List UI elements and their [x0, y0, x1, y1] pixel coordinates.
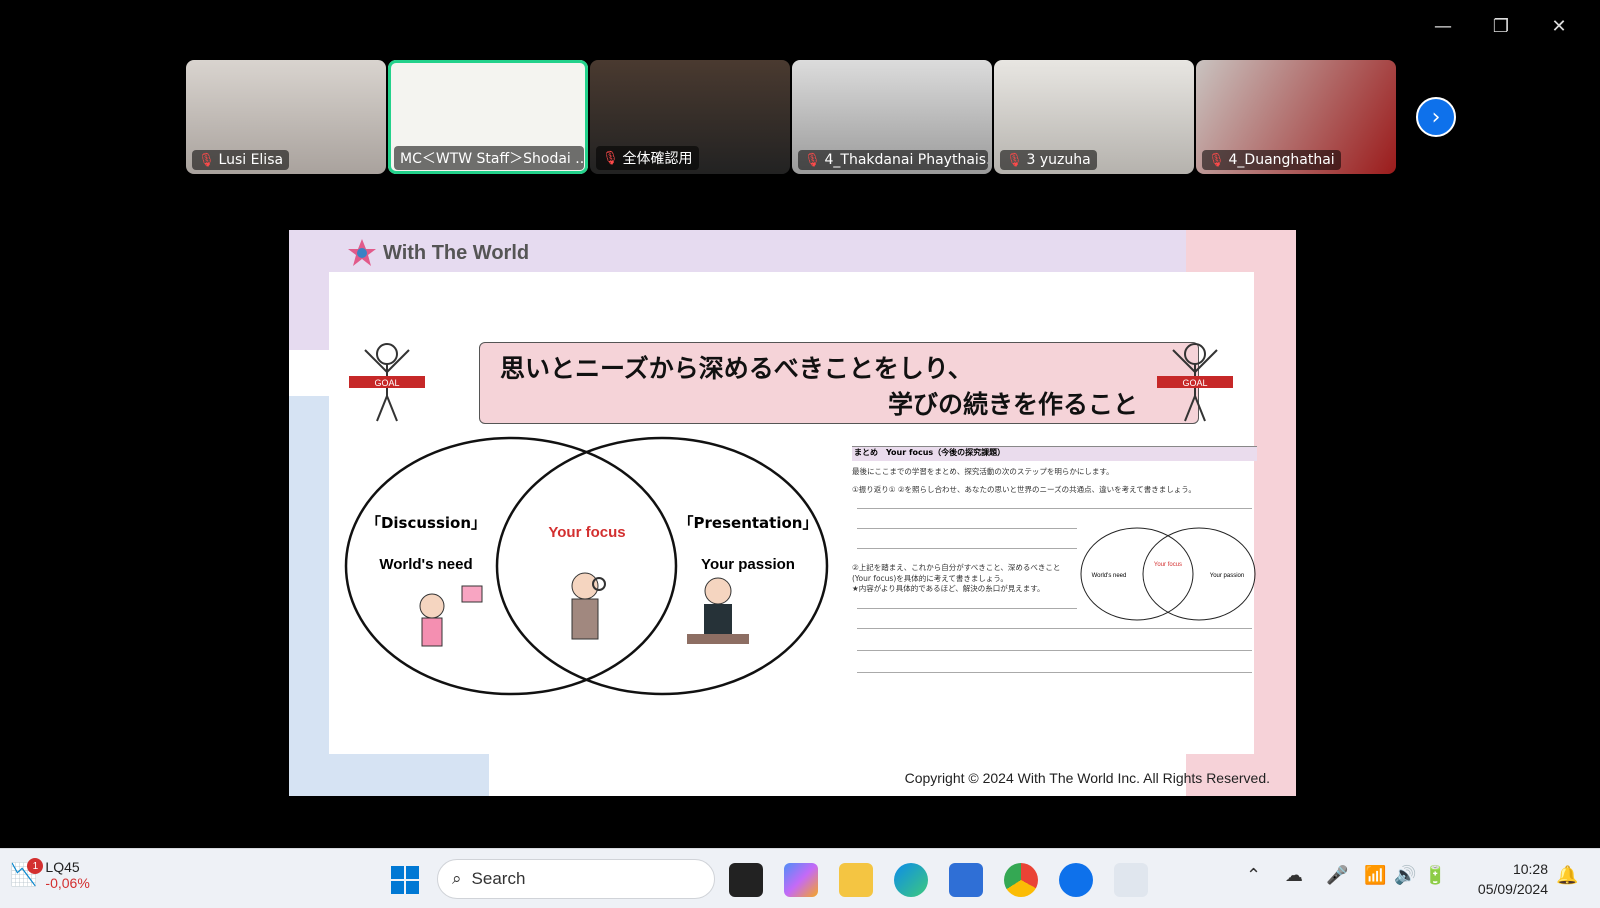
close-button[interactable]: ✕ [1530, 8, 1588, 44]
clock-date: 05/09/2024 [1477, 881, 1548, 897]
notification-bell-icon[interactable]: 🔔 [1556, 865, 1578, 886]
stock-chart-icon: 📉 1 [10, 858, 44, 888]
venn-diagram: 「Discussion」 World's need Your focus 「Pr… [344, 436, 829, 696]
slide-title-line2: 学びの続きを作ること [887, 390, 1138, 419]
zoom-meeting-window: — ❐ ✕ 🎙 Lusi Elisa MC＜WTW Staff＞Shodai ..… [0, 0, 1600, 848]
participant-name: 全体確認用 [622, 151, 693, 167]
edge-browser-icon[interactable] [894, 863, 928, 897]
microphone-icon[interactable]: 🎤 [1326, 865, 1348, 886]
shared-slide: With The World GOAL 思いとニーズから深めるべきことをしり、 … [289, 230, 1296, 796]
clock-time: 10:28 [1512, 861, 1548, 877]
stock-ticker: LQ45 [45, 859, 80, 875]
window-controls: — ❐ ✕ [1414, 8, 1588, 44]
worksheet-line: ②上記を踏まえ、これから自分がすべきこと、深めるべきこと(Your focus)… [852, 563, 1061, 583]
worksheet-line: 最後にここまでの学習をまとめ、探究活動の次のステップを明らかにします。 [852, 467, 1114, 476]
svg-text:Your focus: Your focus [1154, 562, 1182, 568]
notification-badge: 1 [27, 858, 44, 874]
svg-text:GOAL: GOAL [374, 378, 399, 388]
venn-center-label: Your focus [548, 524, 625, 541]
venn-right-label: Your passion [701, 556, 795, 573]
venn-left-label: World's need [379, 556, 472, 573]
chevron-up-icon[interactable]: ⌃ [1246, 865, 1261, 886]
mic-muted-icon: 🎙 [198, 152, 215, 168]
stock-change: -0,06% [45, 875, 90, 891]
presenter-illustration [687, 577, 749, 644]
participant-tile[interactable]: 🎙 4_Duanghathai [1196, 60, 1396, 174]
participant-name: 3 yuzuha [1026, 152, 1091, 168]
participant-tile[interactable]: 🎙 4_Thakdanai Phaythais... [792, 60, 992, 174]
next-page-button[interactable]: › [1416, 97, 1456, 137]
venn-left-tag: 「Discussion」 [366, 514, 486, 532]
task-view-icon[interactable] [729, 863, 763, 897]
stock-widget[interactable]: 📉 1 LQ45 -0,06% [10, 858, 90, 891]
svg-text:World's need: World's need [1092, 573, 1127, 579]
mic-muted-icon: 🎙 [804, 152, 821, 168]
participant-tile[interactable]: 🎙 3 yuzuha [994, 60, 1194, 174]
mic-muted-icon: 🎙 [1006, 152, 1023, 168]
participant-tile-active-speaker[interactable]: MC＜WTW Staff＞Shodai ... [388, 60, 588, 174]
participant-name: 4_Duanghathai [1228, 152, 1335, 168]
windows-start-icon[interactable] [388, 863, 422, 897]
search-icon: ⌕ [452, 869, 462, 888]
wifi-icon[interactable]: 📶 [1364, 865, 1386, 886]
worksheet-line: ★内容がより具体的であるほど、解決の糸口が見えます。 [852, 584, 1045, 593]
svg-text:GOAL: GOAL [1182, 378, 1207, 388]
windows-taskbar: 📉 1 LQ45 -0,06% ⌕ Search ⌃ ☁ 🎤 📶 🔊 🔋 10:2… [0, 848, 1600, 908]
battery-icon[interactable]: 🔋 [1424, 865, 1446, 886]
participant-tile[interactable]: 🎙 Lusi Elisa [186, 60, 386, 174]
participant-name: MC＜WTW Staff＞Shodai ... [400, 151, 584, 167]
participant-name: 4_Thakdanai Phaythais... [824, 152, 988, 168]
copilot-icon[interactable] [784, 863, 818, 897]
copyright-text: Copyright © 2024 With The World Inc. All… [904, 770, 1270, 786]
mic-muted-icon: 🎙 [1208, 152, 1225, 168]
system-clock[interactable]: 10:28 05/09/2024 [1478, 859, 1548, 899]
minimize-button[interactable]: — [1414, 8, 1472, 44]
worksheet-line: ①振り返り① ②を照らし合わせ、あなたの思いと世界のニーズの共通点、違いを考えて… [852, 485, 1196, 494]
volume-icon[interactable]: 🔊 [1394, 865, 1416, 886]
zoom-icon[interactable] [1059, 863, 1093, 897]
goal-runner-icon: GOAL [347, 336, 427, 426]
taskbar-search[interactable]: ⌕ Search [437, 859, 715, 899]
onedrive-icon[interactable]: ☁ [1285, 865, 1303, 886]
restore-button[interactable]: ❐ [1472, 8, 1530, 44]
mic-muted-icon: 🎙 [602, 150, 619, 166]
svg-text:Your passion: Your passion [1210, 573, 1244, 579]
participant-gallery: 🎙 Lusi Elisa MC＜WTW Staff＞Shodai ... 🎙 全体確… [186, 60, 1396, 174]
worksheet-title: まとめ Your focus（今後の探究課題） [852, 446, 1257, 461]
microsoft-store-icon[interactable] [949, 863, 983, 897]
detective-illustration [571, 572, 606, 640]
title-banner: 思いとニーズから深めるべきことをしり、 学びの続きを作ること [479, 342, 1199, 424]
girl-with-gift-illustration [419, 585, 483, 647]
chrome-icon[interactable] [1004, 863, 1038, 897]
participant-name: Lusi Elisa [218, 152, 284, 168]
snipping-tool-icon[interactable] [1114, 863, 1148, 897]
with-the-world-logo: With The World [347, 238, 529, 268]
venn-right-tag: 「Presentation」 [679, 514, 818, 532]
participant-tile[interactable]: 🎙 全体確認用 [590, 60, 790, 174]
slide-title-line1: 思いとニーズから深めるべきことをしり、 [500, 354, 973, 383]
chevron-right-icon: › [1431, 104, 1441, 130]
file-explorer-icon[interactable] [839, 863, 873, 897]
goal-runner-icon: GOAL [1155, 336, 1235, 426]
star-logo-icon [348, 239, 376, 266]
mini-venn-diagram: World's need Your focus Your passion [1080, 527, 1256, 621]
